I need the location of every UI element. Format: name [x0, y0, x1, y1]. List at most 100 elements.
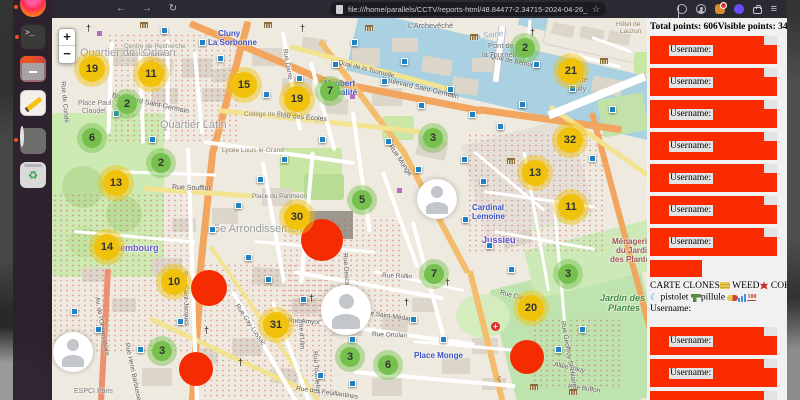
cluster-marker[interactable]: 15 [231, 72, 257, 98]
terminal-icon[interactable]: >_ [20, 24, 46, 50]
camera-point-marker[interactable] [569, 85, 576, 92]
trash-icon[interactable]: ♻ [20, 162, 46, 188]
cluster-marker[interactable]: 7 [320, 81, 340, 101]
cluster-marker[interactable]: 5 [352, 190, 372, 210]
camera-point-marker[interactable] [300, 296, 307, 303]
camera-point-marker[interactable] [486, 242, 493, 249]
url-text[interactable]: file:///home/parallels/CCTV/reports-html… [348, 5, 588, 14]
reload-button[interactable]: ↻ [166, 0, 180, 18]
camera-point-marker[interactable] [137, 346, 144, 353]
camera-point-marker[interactable] [332, 61, 339, 68]
camera-point-marker[interactable] [349, 380, 356, 387]
red-circle-marker[interactable] [301, 219, 343, 261]
camera-point-marker[interactable] [161, 27, 168, 34]
camera-point-marker[interactable] [609, 106, 616, 113]
camera-point-marker[interactable] [257, 176, 264, 183]
cluster-marker[interactable]: 30 [284, 204, 310, 230]
cluster-marker[interactable]: 21 [558, 58, 584, 84]
red-circle-marker[interactable] [510, 340, 544, 374]
cluster-marker[interactable]: 13 [522, 160, 548, 186]
cluster-marker[interactable]: 3 [558, 264, 578, 284]
camera-point-marker[interactable] [462, 216, 469, 223]
cluster-marker[interactable]: 32 [557, 127, 583, 153]
camera-point-marker[interactable] [469, 111, 476, 118]
zoom-in-button[interactable]: + [59, 29, 75, 46]
red-circle-marker[interactable] [179, 352, 213, 386]
cluster-marker[interactable]: 31 [263, 312, 289, 338]
camera-point-marker[interactable] [349, 336, 356, 343]
cluster-marker[interactable]: 3 [152, 341, 172, 361]
cluster-marker[interactable]: 11 [138, 61, 164, 87]
camera-point-marker[interactable] [533, 61, 540, 68]
camera-point-marker[interactable] [381, 78, 388, 85]
camera-point-marker[interactable] [418, 102, 425, 109]
camera-point-marker[interactable] [579, 326, 586, 333]
cluster-marker[interactable]: 2 [117, 94, 137, 114]
cluster-marker[interactable]: 7 [424, 264, 444, 284]
camera-point-marker[interactable] [401, 58, 408, 65]
camera-point-marker[interactable] [480, 178, 487, 185]
person-marker[interactable] [321, 285, 371, 335]
cluster-marker[interactable]: 13 [103, 170, 129, 196]
camera-point-marker[interactable] [149, 136, 156, 143]
cluster-marker[interactable]: 19 [79, 56, 105, 82]
cluster-marker[interactable]: 20 [518, 295, 544, 321]
camera-point-marker[interactable] [245, 254, 252, 261]
files-icon[interactable] [20, 56, 46, 82]
camera-point-marker[interactable] [385, 138, 392, 145]
bookmark-star-icon[interactable]: ☆ [592, 4, 600, 15]
camera-point-marker[interactable] [217, 55, 224, 62]
camera-point-marker[interactable] [317, 372, 324, 379]
extension-icon[interactable] [715, 4, 725, 14]
cluster-marker[interactable]: 11 [558, 194, 584, 220]
camera-point-marker[interactable] [265, 276, 272, 283]
settings-icon[interactable] [20, 128, 46, 154]
camera-point-marker[interactable] [410, 316, 417, 323]
extensions-puzzle-icon[interactable] [753, 7, 762, 14]
camera-point-marker[interactable] [71, 308, 78, 315]
firefox-icon[interactable] [20, 0, 46, 17]
extension-icon-2[interactable] [734, 4, 744, 14]
cluster-marker[interactable]: 10 [161, 269, 187, 295]
cluster-marker[interactable]: 2 [151, 153, 171, 173]
camera-point-marker[interactable] [351, 39, 358, 46]
camera-point-marker[interactable] [199, 39, 206, 46]
camera-point-marker[interactable] [519, 101, 526, 108]
cluster-marker[interactable]: 3 [423, 128, 443, 148]
zoom-out-button[interactable]: − [59, 46, 75, 63]
camera-point-marker[interactable] [415, 166, 422, 173]
camera-point-marker[interactable] [209, 226, 216, 233]
person-marker[interactable] [53, 332, 93, 372]
forward-button[interactable]: → [140, 0, 154, 18]
camera-point-marker[interactable] [589, 155, 596, 162]
camera-point-marker[interactable] [281, 156, 288, 163]
camera-point-marker[interactable] [508, 266, 515, 273]
camera-point-marker[interactable] [177, 318, 184, 325]
text-editor-icon[interactable] [20, 90, 46, 116]
cluster-marker[interactable]: 2 [515, 38, 535, 58]
camera-point-marker[interactable] [113, 110, 120, 117]
camera-point-marker[interactable] [296, 75, 303, 82]
camera-point-marker[interactable] [95, 326, 102, 333]
red-circle-marker[interactable] [191, 270, 227, 306]
permissions-icon[interactable] [677, 4, 687, 14]
cluster-marker[interactable]: 3 [340, 347, 360, 367]
cluster-marker[interactable]: 6 [82, 128, 102, 148]
cluster-marker[interactable]: 6 [378, 355, 398, 375]
url-bar[interactable]: file:///home/parallels/CCTV/reports-html… [330, 2, 606, 16]
camera-point-marker[interactable] [263, 91, 270, 98]
camera-point-marker[interactable] [497, 123, 504, 130]
cluster-marker[interactable]: 19 [284, 86, 310, 112]
cluster-marker[interactable]: 14 [94, 234, 120, 260]
account-icon[interactable] [696, 4, 706, 14]
back-button[interactable]: ← [114, 0, 128, 18]
camera-point-marker[interactable] [461, 156, 468, 163]
camera-point-marker[interactable] [440, 336, 447, 343]
camera-point-marker[interactable] [447, 86, 454, 93]
camera-point-marker[interactable] [319, 136, 326, 143]
person-marker[interactable] [417, 179, 457, 219]
leaflet-map[interactable]: + − Quartier de l'OdéonQuartier Latin5e … [52, 18, 647, 400]
menu-icon[interactable]: ≡ [771, 3, 777, 15]
camera-point-marker[interactable] [555, 346, 562, 353]
camera-point-marker[interactable] [235, 202, 242, 209]
